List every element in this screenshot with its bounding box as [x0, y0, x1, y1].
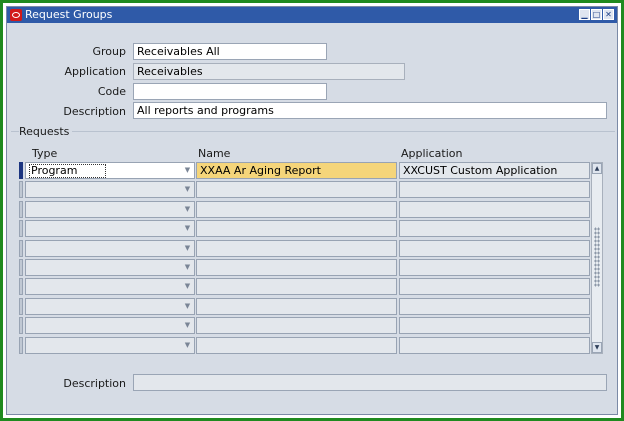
type-value: Program: [29, 164, 107, 178]
type-select[interactable]: ▼: [25, 201, 195, 218]
request-application-field[interactable]: [399, 298, 590, 315]
record-indicator[interactable]: [19, 317, 23, 334]
scroll-up-icon[interactable]: ▲: [592, 163, 602, 174]
type-select[interactable]: ▼: [25, 181, 195, 198]
record-indicator[interactable]: [19, 181, 23, 198]
type-select[interactable]: ▼: [25, 298, 195, 315]
request-application-field[interactable]: [399, 220, 590, 237]
description-label: Description: [63, 105, 126, 118]
request-application-field[interactable]: XXCUST Custom Application: [399, 162, 590, 179]
minimize-button[interactable]: ▁: [579, 9, 590, 20]
maximize-button[interactable]: □: [591, 9, 602, 20]
name-column-header: Name: [198, 147, 231, 160]
request-name-field[interactable]: XXAA Ar Aging Report: [196, 162, 397, 179]
chevron-down-icon[interactable]: ▼: [183, 261, 192, 274]
application-field[interactable]: Receivables: [133, 63, 405, 80]
type-column-header: Type: [32, 147, 58, 160]
chevron-down-icon[interactable]: ▼: [183, 300, 192, 313]
request-name-field[interactable]: [196, 220, 397, 237]
window-title: Request Groups: [25, 8, 113, 21]
footer-description-label: Description: [63, 377, 126, 390]
request-name-field[interactable]: [196, 181, 397, 198]
record-indicator[interactable]: [19, 298, 23, 315]
group-label: Group: [92, 45, 127, 58]
request-name-field[interactable]: [196, 259, 397, 276]
record-indicator[interactable]: [19, 337, 23, 354]
code-field[interactable]: [133, 83, 327, 100]
description-field[interactable]: All reports and programs: [133, 102, 607, 119]
code-label: Code: [97, 85, 126, 98]
close-button[interactable]: ✕: [603, 9, 614, 20]
chevron-down-icon[interactable]: ▼: [183, 319, 192, 332]
group-field[interactable]: Receivables All: [133, 43, 327, 60]
requests-scrollbar[interactable]: ▲ ▼: [591, 162, 603, 354]
type-select[interactable]: ▼: [25, 337, 195, 354]
chevron-down-icon[interactable]: ▼: [183, 280, 192, 293]
request-application-field[interactable]: [399, 201, 590, 218]
application-label: Application: [64, 65, 126, 78]
requests-divider: [11, 131, 615, 132]
chevron-down-icon[interactable]: ▼: [183, 203, 192, 216]
current-record-indicator[interactable]: [19, 162, 23, 179]
record-indicator[interactable]: [19, 220, 23, 237]
request-name-field[interactable]: [196, 201, 397, 218]
request-application-field[interactable]: [399, 317, 590, 334]
scroll-grip[interactable]: [594, 227, 600, 287]
chevron-down-icon[interactable]: ▼: [183, 222, 192, 235]
request-application-field[interactable]: [399, 278, 590, 295]
type-select[interactable]: Program ▼: [25, 162, 195, 179]
scroll-down-icon[interactable]: ▼: [592, 342, 602, 353]
chevron-down-icon[interactable]: ▼: [183, 339, 192, 352]
request-name-field[interactable]: [196, 240, 397, 257]
request-application-field[interactable]: [399, 240, 590, 257]
record-indicator[interactable]: [19, 240, 23, 257]
record-indicator[interactable]: [19, 259, 23, 276]
type-select[interactable]: ▼: [25, 259, 195, 276]
request-name-field[interactable]: [196, 317, 397, 334]
record-indicator[interactable]: [19, 201, 23, 218]
record-indicator[interactable]: [19, 278, 23, 295]
requests-section-label: Requests: [19, 125, 73, 139]
type-select[interactable]: ▼: [25, 220, 195, 237]
chevron-down-icon[interactable]: ▼: [183, 242, 192, 255]
footer-description-field[interactable]: [133, 374, 607, 391]
request-application-field[interactable]: [399, 337, 590, 354]
request-name-field[interactable]: [196, 337, 397, 354]
request-name-field[interactable]: [196, 298, 397, 315]
request-application-field[interactable]: [399, 259, 590, 276]
request-application-field[interactable]: [399, 181, 590, 198]
chevron-down-icon[interactable]: ▼: [183, 183, 192, 196]
type-select[interactable]: ▼: [25, 240, 195, 257]
chevron-down-icon[interactable]: ▼: [183, 164, 192, 177]
request-groups-window: Request Groups ▁ □ ✕ Group Receivables A…: [6, 6, 618, 415]
type-select[interactable]: ▼: [25, 317, 195, 334]
application-column-header: Application: [401, 147, 463, 160]
type-select[interactable]: ▼: [25, 278, 195, 295]
oracle-logo-icon: [10, 9, 22, 21]
request-name-field[interactable]: [196, 278, 397, 295]
window-titlebar[interactable]: Request Groups ▁ □ ✕: [7, 7, 617, 23]
